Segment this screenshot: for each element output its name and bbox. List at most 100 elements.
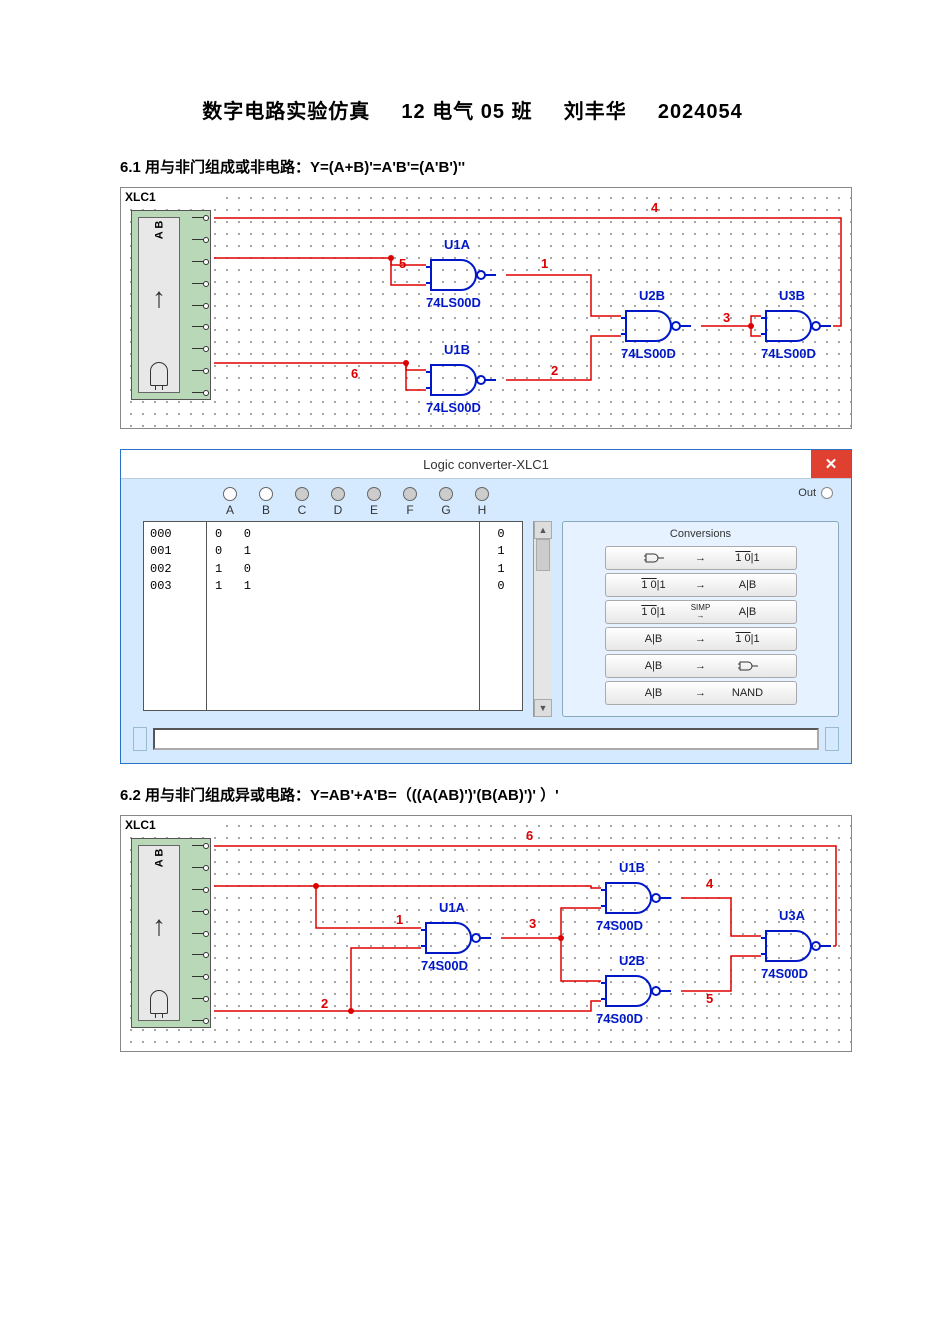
gate-ref: U2B (619, 953, 645, 968)
net-label-4: 4 (706, 876, 713, 891)
gate-part: 74LS00D (426, 295, 481, 310)
expr-icon: A|B (627, 660, 681, 672)
nand-label: NAND (721, 687, 775, 699)
net-label-6: 6 (351, 366, 358, 381)
gate-ref: U1B (444, 342, 470, 357)
gate-part: 74S00D (761, 966, 808, 981)
tt-icon: 1 0|1 (627, 579, 681, 591)
col-header: G (439, 503, 453, 517)
truth-table-index-col: 000 001 002 003 (144, 522, 207, 710)
document-page: 数字电路实验仿真 12 电气 05 班 刘丰华 2024054 6.1 用与非门… (0, 0, 945, 1337)
col-header: H (475, 503, 489, 517)
title-part-4: 2024054 (658, 101, 743, 123)
tt-icon: 1 0|1 (721, 633, 775, 645)
col-header: A (223, 503, 237, 517)
title-part-3: 刘丰华 (564, 101, 627, 123)
gate-u2b: U2B 74S00D (601, 971, 671, 1011)
net-label-1: 1 (541, 256, 548, 271)
expr-icon: A|B (627, 687, 681, 699)
net-label-2: 2 (551, 363, 558, 378)
column-headers: A B C D E F G H (223, 503, 839, 517)
col-header: B (259, 503, 273, 517)
expr-icon: A|B (627, 633, 681, 645)
expression-bar (133, 727, 839, 751)
col-toggle-a[interactable] (223, 487, 237, 501)
conv-circuit-to-tt-button[interactable]: → 1 0|1 (605, 546, 797, 570)
gate-ref: U3B (779, 288, 805, 303)
scroll-up-icon[interactable]: ▲ (534, 521, 552, 539)
title-part-1: 数字电路实验仿真 (202, 101, 370, 123)
conv-tt-simp-expr-button[interactable]: 1 0|1 SIMP→ A|B (605, 600, 797, 624)
col-toggle-f[interactable] (403, 487, 417, 501)
gate-icon (721, 660, 775, 672)
col-toggle-b[interactable] (259, 487, 273, 501)
truth-table-scrollbar[interactable]: ▲ ▼ (533, 521, 552, 717)
gate-ref: U1A (444, 237, 470, 252)
gate-part: 74S00D (596, 1011, 643, 1026)
arrow-icon: → (691, 633, 711, 645)
conv-expr-to-tt-button[interactable]: A|B → 1 0|1 (605, 627, 797, 651)
net-label-1: 1 (396, 912, 403, 927)
gate-part: 74S00D (421, 958, 468, 973)
logic-converter-body: Out A B C D E F G H (121, 479, 851, 763)
gate-u2b: U2B 74LS00D (621, 306, 691, 346)
col-header: E (367, 503, 381, 517)
scroll-down-icon[interactable]: ▼ (534, 699, 552, 717)
truth-table-bits-col: 0 0 0 1 1 0 1 1 (207, 522, 479, 710)
circuit-diagram-1: XLC1 A B ↑ (120, 187, 852, 429)
gate-u1a: U1A 74S00D (421, 918, 491, 958)
conversions-panel: Conversions → 1 0|1 1 0|1 → A|B 1 0|1 SI… (562, 521, 839, 717)
expr-bar-left-cap (133, 727, 147, 751)
arrow-icon: → (691, 687, 711, 699)
col-toggle-h[interactable] (475, 487, 489, 501)
gate-ref: U2B (639, 288, 665, 303)
gate-icon (627, 552, 681, 564)
expr-icon: A|B (721, 579, 775, 591)
net-label-4: 4 (651, 200, 658, 215)
logic-converter-title: Logic converter-XLC1 (423, 457, 549, 472)
gate-u1a: U1A 74LS00D (426, 255, 496, 295)
gate-u3b: U3B 74LS00D (761, 306, 831, 346)
gate-ref: U1B (619, 860, 645, 875)
conversions-title: Conversions (571, 528, 830, 540)
truth-table-out-col: 0 1 1 0 (479, 522, 522, 710)
expression-input[interactable] (153, 728, 819, 750)
arrow-icon: → (691, 552, 711, 564)
conv-tt-to-expr-button[interactable]: 1 0|1 → A|B (605, 573, 797, 597)
close-button[interactable]: ✕ (811, 450, 851, 478)
col-toggle-c[interactable] (295, 487, 309, 501)
scroll-thumb[interactable] (536, 539, 550, 571)
section-1-heading: 6.1 用与非门组成或非电路：Y=(A+B)'=A'B'=(A'B')'' (120, 156, 825, 177)
col-toggle-d[interactable] (331, 487, 345, 501)
logic-converter-titlebar[interactable]: Logic converter-XLC1 ✕ (121, 450, 851, 479)
gate-u3a: U3A 74S00D (761, 926, 831, 966)
gate-part: 74S00D (596, 918, 643, 933)
column-toggle-row (223, 487, 839, 501)
net-label-3: 3 (723, 310, 730, 325)
conv-expr-to-nand-button[interactable]: A|B → NAND (605, 681, 797, 705)
simp-label: SIMP→ (691, 604, 711, 620)
arrow-icon: → (691, 660, 711, 672)
gate-part: 74LS00D (426, 400, 481, 415)
gate-part: 74LS00D (621, 346, 676, 361)
col-header: F (403, 503, 417, 517)
out-dot-icon (821, 487, 833, 499)
out-label: Out (798, 487, 816, 499)
conv-expr-to-circuit-button[interactable]: A|B → (605, 654, 797, 678)
gate-u1b: U1B 74LS00D (426, 360, 496, 400)
col-header: C (295, 503, 309, 517)
arrow-icon: → (691, 579, 711, 591)
expr-icon: A|B (721, 606, 775, 618)
gate-u1b: U1B 74S00D (601, 878, 671, 918)
logic-converter-window: Logic converter-XLC1 ✕ Out A (120, 449, 852, 764)
out-indicator: Out (798, 487, 833, 499)
section-2-heading: 6.2 用与非门组成异或电路：Y=AB'+A'B=（((A(AB)')'(B(A… (120, 784, 825, 805)
tt-icon: 1 0|1 (721, 552, 775, 564)
col-toggle-e[interactable] (367, 487, 381, 501)
tt-icon: 1 0|1 (627, 606, 681, 618)
truth-table: 000 001 002 003 0 0 0 1 1 0 1 1 0 1 1 0 (143, 521, 523, 711)
net-label-2: 2 (321, 996, 328, 1011)
net-label-6: 6 (526, 828, 533, 843)
net-label-5: 5 (399, 256, 406, 271)
col-toggle-g[interactable] (439, 487, 453, 501)
